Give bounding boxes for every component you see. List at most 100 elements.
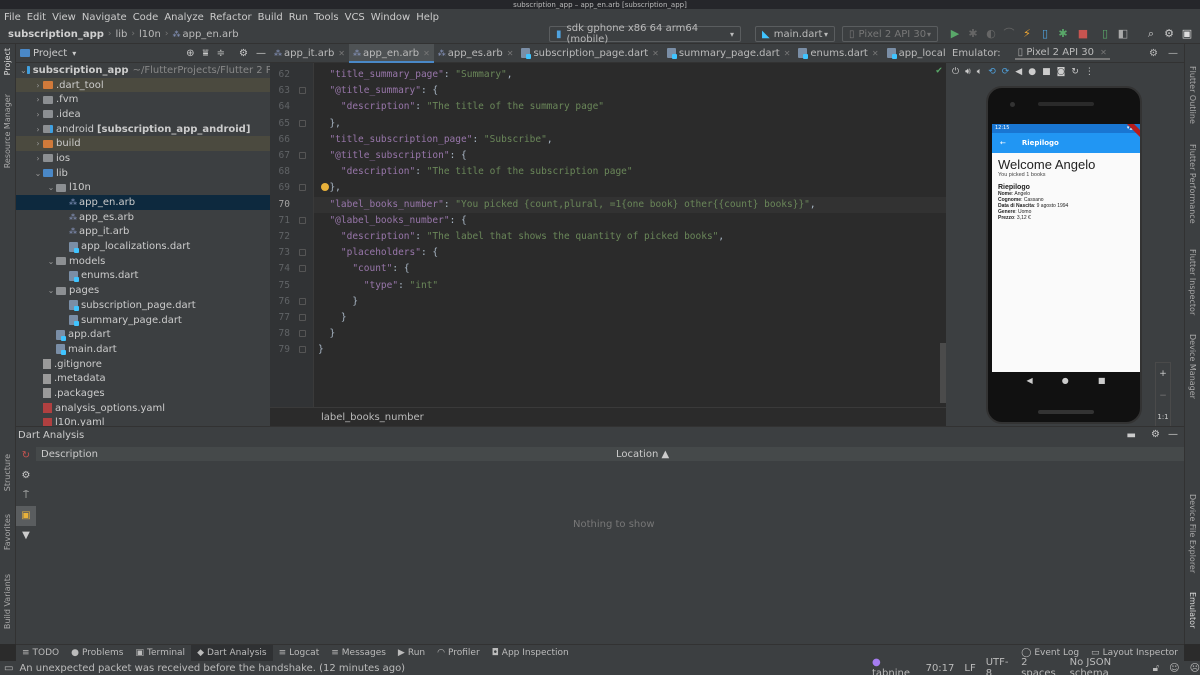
editor-tab[interactable]: ⁂ app_it.arb ✕: [270, 44, 349, 63]
tree-item[interactable]: ⌄ models: [16, 254, 270, 269]
code-line[interactable]: "placeholders": {: [318, 245, 438, 261]
locate-icon[interactable]: ⊕: [186, 48, 194, 59]
close-icon[interactable]: ✕: [507, 49, 514, 58]
editor-tab[interactable]: subscription_page.dart ✕: [517, 44, 662, 63]
close-icon[interactable]: ✕: [652, 49, 659, 58]
fold-marker-icon[interactable]: [299, 265, 306, 273]
snapshot-icon[interactable]: ↻: [1071, 67, 1079, 77]
code-line[interactable]: },: [318, 116, 340, 132]
hide-icon[interactable]: —: [256, 48, 266, 59]
tool-window-app-inspection[interactable]: ◘ App Inspection: [486, 645, 575, 662]
search-icon[interactable]: ⌕: [1144, 28, 1158, 40]
chevron-right-icon[interactable]: ›: [33, 95, 43, 104]
tool-window-run[interactable]: ▶ Run: [392, 645, 431, 662]
nav-back-icon[interactable]: ◀: [1027, 376, 1033, 385]
tool-device-file-explorer[interactable]: Device File Explorer: [1188, 494, 1197, 573]
sdk-manager-icon[interactable]: ◧: [1116, 28, 1130, 40]
tree-item[interactable]: › .dart_tool: [16, 77, 270, 93]
breadcrumb-file[interactable]: app_en.arb: [182, 29, 238, 40]
tool-device-manager[interactable]: Device Manager: [1188, 334, 1197, 399]
attach-debugger-icon[interactable]: ✱: [1056, 28, 1070, 40]
code-editor[interactable]: ✔ 62 "title_summary_page": "Summary", 63 …: [270, 63, 946, 407]
back-arrow-icon[interactable]: ←: [1000, 139, 1006, 147]
gear-icon[interactable]: ⚙: [16, 466, 36, 486]
code-line[interactable]: "type": "int": [318, 278, 438, 294]
screenshot-icon[interactable]: ◙: [1057, 67, 1066, 77]
chevron-right-icon[interactable]: ›: [33, 110, 43, 119]
gear-icon[interactable]: ⚙: [1162, 28, 1176, 40]
fold-marker-icon[interactable]: [299, 87, 306, 95]
tree-item[interactable]: › .idea: [16, 107, 270, 122]
stop-icon[interactable]: ■: [1076, 28, 1090, 40]
json-schema[interactable]: No JSON schema: [1070, 657, 1143, 675]
expand-all-icon[interactable]: ⩸: [203, 48, 209, 59]
chevron-right-icon[interactable]: ›: [33, 154, 43, 163]
tabnine-status[interactable]: ● tabnine: [872, 657, 916, 675]
code-line[interactable]: "@label_books_number": {: [318, 213, 466, 229]
hide-icon[interactable]: —: [1168, 429, 1178, 440]
indent-setting[interactable]: 2 spaces: [1021, 657, 1059, 675]
tree-item[interactable]: › ios: [16, 151, 270, 166]
code-line[interactable]: "title_subscription_page": "Subscribe",: [318, 132, 552, 148]
menu-navigate[interactable]: Navigate: [82, 12, 127, 23]
tree-item[interactable]: › android [subscription_app_android]: [16, 122, 270, 137]
chevron-down-icon[interactable]: ⌄: [20, 66, 27, 75]
power-icon[interactable]: ⏻: [952, 67, 959, 77]
phone-screen[interactable]: 12:15 ▾◢▮ ← Riepilogo Welcome Angelo You…: [992, 124, 1140, 372]
code-line[interactable]: "@title_subscription": {: [318, 148, 466, 164]
menu-edit[interactable]: Edit: [27, 12, 46, 23]
close-icon[interactable]: ✕: [338, 49, 345, 58]
close-icon[interactable]: ✕: [423, 49, 430, 58]
tree-item[interactable]: app_localizations.dart: [16, 239, 270, 254]
run-config-selector[interactable]: ◣ main.dart ▾: [755, 26, 835, 42]
gear-icon[interactable]: ⚙: [1149, 48, 1158, 59]
volume-up-icon[interactable]: 🔊︎: [965, 67, 971, 77]
tree-item[interactable]: ⌄ pages: [16, 283, 270, 298]
close-icon[interactable]: ✕: [872, 49, 879, 58]
zoom-actual-button[interactable]: 1:1: [1157, 413, 1168, 421]
attach-icon[interactable]: ⌒: [1002, 28, 1016, 40]
editor-tab[interactable]: summary_page.dart ✕: [663, 44, 795, 63]
refresh-icon[interactable]: ↻: [16, 446, 36, 466]
menu-refactor[interactable]: Refactor: [210, 12, 252, 23]
tool-window-profiler[interactable]: ◠ Profiler: [431, 645, 486, 662]
menu-view[interactable]: View: [52, 12, 76, 23]
tree-item[interactable]: ⁂ app_en.arb: [16, 195, 270, 210]
tool-flutter-inspector[interactable]: Flutter Inspector: [1188, 249, 1197, 315]
tree-item[interactable]: .packages: [16, 386, 270, 401]
menu-analyze[interactable]: Analyze: [164, 12, 203, 23]
volume-down-icon[interactable]: 🔈︎: [977, 67, 982, 77]
menu-file[interactable]: File: [4, 12, 21, 23]
cursor-position[interactable]: 70:17: [926, 663, 955, 674]
rotate-left-icon[interactable]: ⟲: [988, 67, 996, 77]
gear-icon[interactable]: ⚙: [239, 48, 248, 59]
tool-resource-manager[interactable]: Resource Manager: [3, 94, 12, 168]
editor-tab[interactable]: ⁂ app_en.arb ✕: [349, 43, 434, 63]
tool-window-problems[interactable]: ● Problems: [65, 645, 129, 662]
editor-tab[interactable]: enums.dart ✕: [794, 44, 882, 63]
fold-marker-icon[interactable]: [299, 216, 306, 224]
zoom-in-button[interactable]: +: [1159, 369, 1167, 379]
menu-help[interactable]: Help: [416, 12, 439, 23]
autoscroll-icon[interactable]: ⍑: [16, 486, 36, 506]
tree-item[interactable]: ⁂ app_es.arb: [16, 210, 270, 225]
code-line[interactable]: "count": {: [318, 261, 409, 277]
lock-icon[interactable]: 🔓︎: [1153, 663, 1159, 674]
tool-window-logcat[interactable]: ≡ Logcat: [273, 645, 326, 662]
collapse-all-icon[interactable]: ≑: [217, 48, 225, 59]
editor-breadcrumb[interactable]: label_books_number: [270, 407, 946, 426]
tree-item[interactable]: enums.dart: [16, 269, 270, 284]
hide-icon[interactable]: —: [1168, 48, 1178, 59]
menu-build[interactable]: Build: [258, 12, 283, 23]
chevron-right-icon[interactable]: ›: [33, 81, 43, 90]
overview-icon[interactable]: ■: [1042, 67, 1051, 77]
code-line[interactable]: "@title_summary": {: [318, 83, 438, 99]
tree-item[interactable]: .gitignore: [16, 357, 270, 372]
menu-code[interactable]: Code: [133, 12, 159, 23]
tree-item[interactable]: subscription_page.dart: [16, 298, 270, 313]
account-icon[interactable]: ▣: [1180, 28, 1194, 40]
tree-item[interactable]: l10n.yaml: [16, 416, 270, 426]
tree-item[interactable]: analysis_options.yaml: [16, 401, 270, 416]
tree-item[interactable]: .metadata: [16, 371, 270, 386]
tree-item[interactable]: ⁂ app_it.arb: [16, 225, 270, 240]
